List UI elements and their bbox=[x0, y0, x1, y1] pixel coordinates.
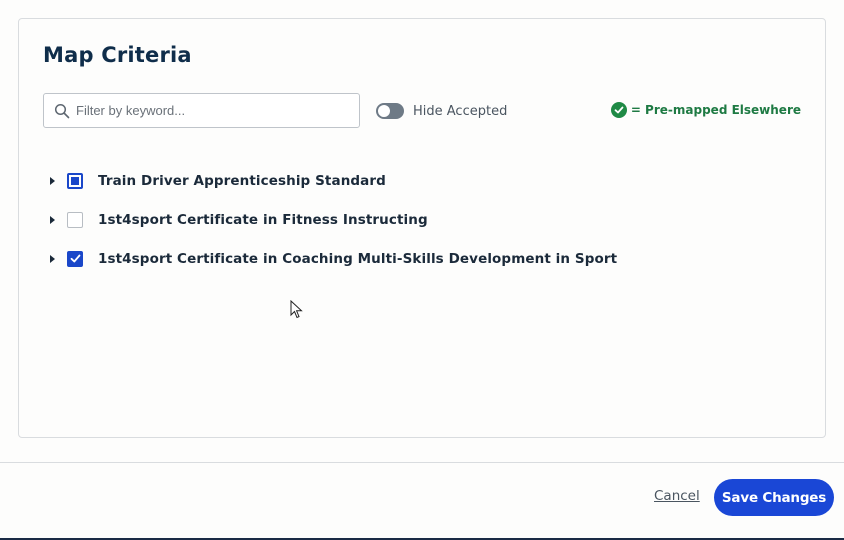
criteria-tree: Train Driver Apprenticeship Standard 1st… bbox=[45, 161, 617, 278]
toggle-knob bbox=[378, 105, 390, 117]
footer-divider bbox=[0, 462, 844, 463]
partial-indicator-icon bbox=[71, 176, 79, 185]
legend-text: = Pre-mapped Elsewhere bbox=[630, 103, 801, 117]
expand-caret-icon[interactable] bbox=[50, 215, 55, 224]
expand-caret-icon[interactable] bbox=[50, 254, 55, 263]
list-item-label: Train Driver Apprenticeship Standard bbox=[98, 172, 386, 189]
hide-accepted-label: Hide Accepted bbox=[413, 103, 508, 119]
check-circle-icon bbox=[610, 102, 627, 118]
map-criteria-panel: Map Criteria Hide Accepted = Pre-mapped … bbox=[18, 18, 826, 438]
search-input[interactable] bbox=[76, 103, 336, 118]
hide-accepted-toggle[interactable] bbox=[376, 103, 404, 119]
list-item: 1st4sport Certificate in Coaching Multi-… bbox=[45, 239, 617, 278]
search-field[interactable] bbox=[43, 93, 360, 128]
pre-mapped-legend: = Pre-mapped Elsewhere bbox=[610, 102, 801, 118]
cancel-link[interactable]: Cancel bbox=[654, 488, 700, 504]
checkmark-icon bbox=[70, 254, 80, 263]
list-item: 1st4sport Certificate in Fitness Instruc… bbox=[45, 200, 617, 239]
list-item-label: 1st4sport Certificate in Coaching Multi-… bbox=[98, 250, 618, 267]
checkbox-partial[interactable] bbox=[67, 172, 83, 189]
hide-accepted-toggle-group: Hide Accepted bbox=[376, 101, 507, 121]
dialog-title: Map Criteria bbox=[43, 43, 192, 67]
checkbox[interactable] bbox=[67, 211, 83, 228]
expand-caret-icon[interactable] bbox=[50, 176, 55, 185]
list-item-label: 1st4sport Certificate in Fitness Instruc… bbox=[98, 211, 428, 228]
save-changes-button[interactable]: Save Changes bbox=[714, 479, 834, 516]
search-icon bbox=[54, 103, 70, 118]
list-item: Train Driver Apprenticeship Standard bbox=[45, 161, 617, 200]
mouse-pointer-icon bbox=[290, 300, 303, 319]
checkbox-checked[interactable] bbox=[67, 250, 83, 267]
